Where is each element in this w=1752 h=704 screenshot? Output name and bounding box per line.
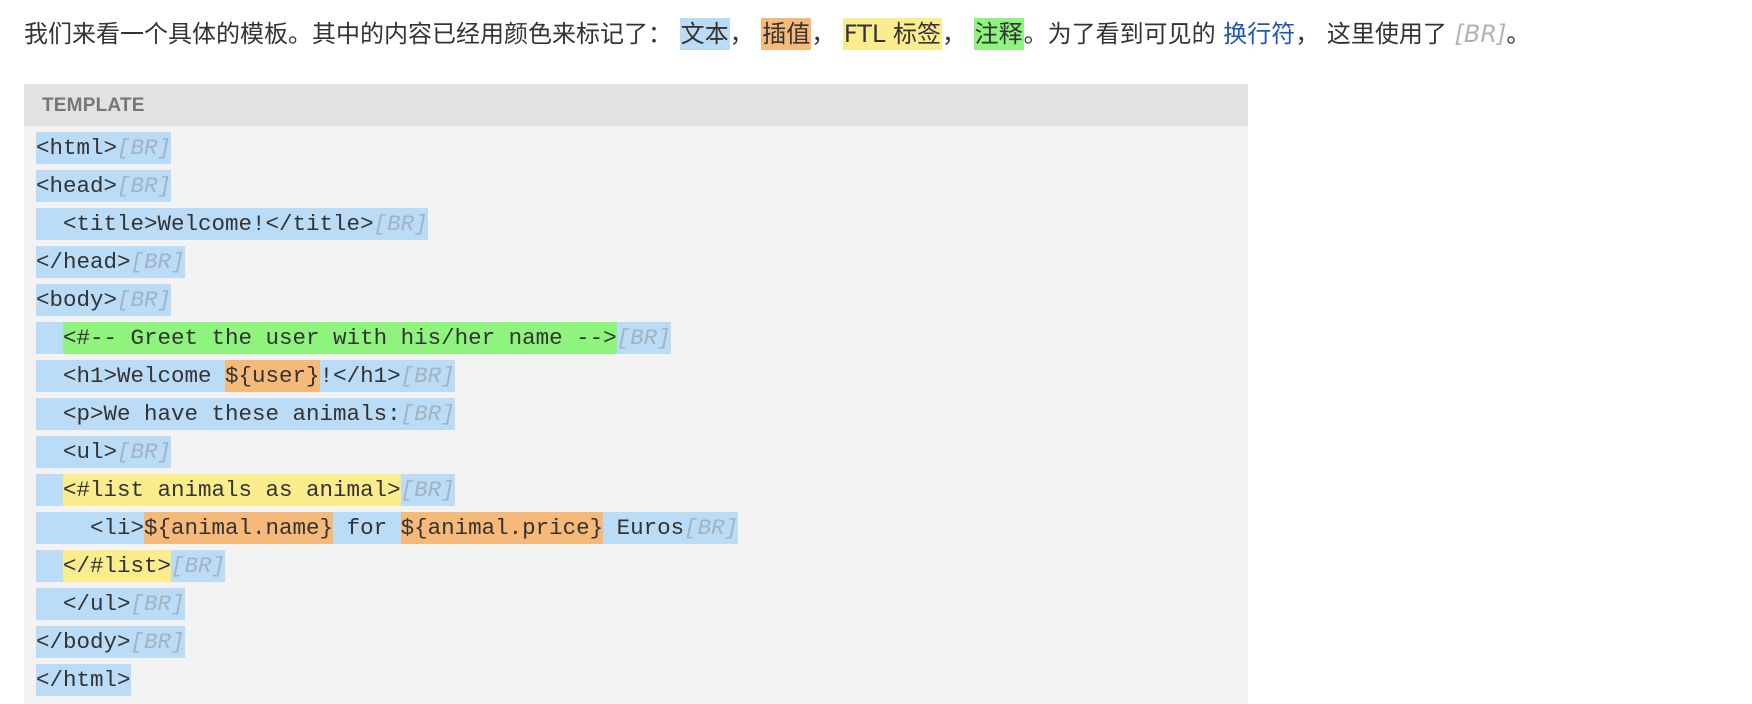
br-marker: [BR]	[117, 436, 172, 468]
br-marker: [BR]	[117, 132, 172, 164]
code-line: <#-- Greet the user with his/her name --…	[36, 322, 738, 360]
code-indent	[36, 474, 64, 506]
code-text: Euros	[603, 512, 685, 544]
code-ftl-tag: </#list>	[63, 550, 172, 582]
intro-suffix: ， 这里使用了	[1295, 20, 1447, 48]
code-text: <li>	[90, 512, 145, 544]
br-marker: [BR]	[373, 208, 428, 240]
code-line: <body>[BR]	[36, 284, 738, 322]
legend-separator: ，	[941, 20, 966, 48]
code-text: <title>Welcome!</title>	[63, 208, 374, 240]
code-text: </ul>	[63, 588, 131, 620]
legend-separator: ，	[811, 20, 836, 48]
code-line: </#list>[BR]	[36, 550, 738, 588]
code-ftl-tag: <#list animals as animal>	[63, 474, 401, 506]
code-indent	[36, 322, 64, 354]
code-line: </html>	[36, 664, 738, 702]
code-line: <p>We have these animals:[BR]	[36, 398, 738, 436]
code-text: <ul>	[63, 436, 118, 468]
br-marker: [BR]	[130, 588, 185, 620]
code-line: </body>[BR]	[36, 626, 738, 664]
code-text: <h1>Welcome	[63, 360, 226, 392]
code-indent	[36, 588, 64, 620]
br-marker: [BR]	[130, 626, 185, 658]
code-line: <head>[BR]	[36, 170, 738, 208]
br-marker: [BR]	[400, 474, 455, 506]
intro-prefix: 我们来看一个具体的模板。其中的内容已经用颜色来标记了：	[24, 20, 672, 48]
code-line: <#list animals as animal>[BR]	[36, 474, 738, 512]
code-interpolation: ${animal.price}	[400, 512, 604, 544]
br-marker: [BR]	[616, 322, 671, 354]
code-indent	[36, 398, 64, 430]
intro-paragraph: 我们来看一个具体的模板。其中的内容已经用颜色来标记了： 文本， 插值， FTL …	[24, 14, 1530, 54]
br-marker: [BR]	[1454, 20, 1507, 48]
br-marker: [BR]	[117, 170, 172, 202]
code-line: <html>[BR]	[36, 132, 738, 170]
br-marker: [BR]	[171, 550, 226, 582]
br-marker: [BR]	[400, 360, 455, 392]
legend-separator: ，	[729, 20, 754, 48]
code-text: </body>	[36, 626, 131, 658]
legend-interpolation: 插值	[761, 18, 812, 50]
code-line: </ul>[BR]	[36, 588, 738, 626]
code-line: </head>[BR]	[36, 246, 738, 284]
template-code: <html>[BR] <head>[BR] <title>Welcome!</ti…	[36, 132, 739, 702]
intro-middle: 。为了看到可见的	[1023, 20, 1216, 48]
code-indent	[36, 550, 64, 582]
br-marker: [BR]	[130, 246, 185, 278]
template-header: TEMPLATE	[24, 84, 1248, 126]
code-interpolation: ${animal.name}	[144, 512, 334, 544]
intro-end: 。	[1506, 20, 1531, 48]
legend-text: 文本	[679, 18, 730, 50]
code-line: <ul>[BR]	[36, 436, 738, 474]
code-indent	[36, 208, 64, 240]
legend-ftl-tag: FTL 标签	[842, 18, 942, 50]
code-text: for	[333, 512, 401, 544]
code-interpolation: ${user}	[225, 360, 320, 392]
code-line: <h1>Welcome ${user}!</h1>[BR]	[36, 360, 738, 398]
code-line: <li>${animal.name} for ${animal.price} E…	[36, 512, 739, 550]
code-text: <html>	[36, 132, 118, 164]
template-code-box: TEMPLATE <html>[BR] <head>[BR] <title>Wel…	[24, 84, 1248, 704]
code-comment: <#-- Greet the user with his/her name --…	[63, 322, 617, 354]
code-indent	[36, 360, 64, 392]
code-indent	[36, 512, 91, 544]
code-text: <p>We have these animals:	[63, 398, 401, 430]
code-line: <title>Welcome!</title>[BR]	[36, 208, 738, 246]
br-marker: [BR]	[117, 284, 172, 316]
code-indent	[36, 436, 64, 468]
legend-comment: 注释	[973, 18, 1024, 50]
line-break-link[interactable]: 换行符	[1223, 20, 1295, 48]
code-text: !</h1>	[319, 360, 401, 392]
br-marker: [BR]	[400, 398, 455, 430]
br-marker: [BR]	[684, 512, 739, 544]
code-text: <head>	[36, 170, 118, 202]
code-text: <body>	[36, 284, 118, 316]
code-text: </head>	[36, 246, 131, 278]
code-text: </html>	[36, 664, 131, 696]
